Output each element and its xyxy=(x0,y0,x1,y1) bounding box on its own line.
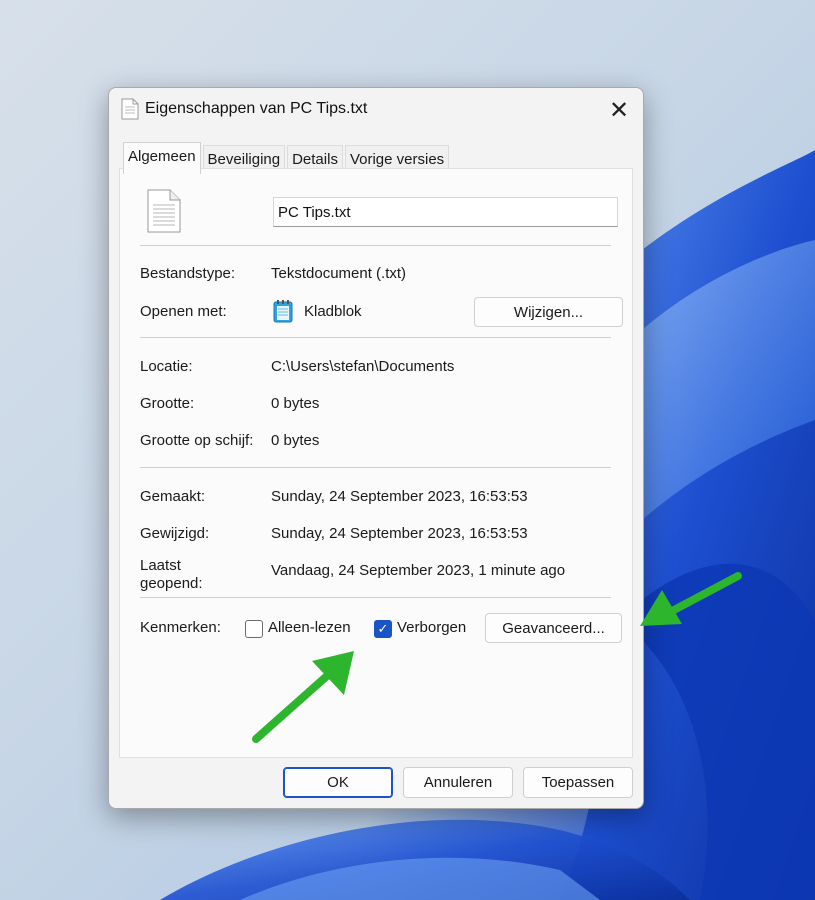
accessed-label-line1: Laatst xyxy=(140,557,181,574)
readonly-label[interactable]: Alleen-lezen xyxy=(268,619,351,636)
green-arrow-icon xyxy=(640,572,742,626)
accessed-value: Vandaag, 24 September 2023, 1 minute ago xyxy=(271,562,566,579)
separator xyxy=(140,467,611,468)
location-value: C:\Users\stefan\Documents xyxy=(271,358,455,375)
tab-general[interactable]: Algemeen xyxy=(123,142,201,174)
apply-button[interactable]: Toepassen xyxy=(523,767,633,798)
created-label: Gemaakt: xyxy=(140,488,206,505)
separator xyxy=(140,597,611,598)
created-value: Sunday, 24 September 2023, 16:53:53 xyxy=(271,488,528,505)
filename-input[interactable] xyxy=(273,197,618,227)
title-bar[interactable]: Eigenschappen van PC Tips.txt ✕ xyxy=(109,88,643,132)
dialog-title: Eigenschappen van PC Tips.txt xyxy=(145,100,368,117)
open-with-label: Openen met: xyxy=(140,303,227,320)
size-value: 0 bytes xyxy=(271,395,320,412)
tab-bar: Algemeen Beveiliging Details Vorige vers… xyxy=(123,142,451,174)
text-file-icon xyxy=(121,98,139,120)
size-on-disk-value: 0 bytes xyxy=(271,432,320,449)
change-button[interactable]: Wijzigen... xyxy=(474,297,623,327)
separator xyxy=(140,245,611,246)
cancel-button[interactable]: Annuleren xyxy=(403,767,513,798)
advanced-button[interactable]: Geavanceerd... xyxy=(485,613,622,643)
readonly-checkbox[interactable] xyxy=(245,620,263,638)
hidden-label[interactable]: Verborgen xyxy=(397,619,466,636)
modified-value: Sunday, 24 September 2023, 16:53:53 xyxy=(271,525,528,542)
accessed-label-line2: geopend: xyxy=(140,575,203,592)
open-with-value: Kladblok xyxy=(304,303,362,320)
ok-button[interactable]: OK xyxy=(283,767,393,798)
properties-dialog: Eigenschappen van PC Tips.txt ✕ Algemeen… xyxy=(108,87,644,809)
green-arrow-icon xyxy=(252,651,354,743)
close-icon[interactable]: ✕ xyxy=(601,92,637,128)
file-type-label: Bestandstype: xyxy=(140,265,236,282)
hidden-checkbox[interactable]: ✓ xyxy=(374,620,392,638)
size-on-disk-label: Grootte op schijf: xyxy=(140,432,254,449)
separator xyxy=(140,337,611,338)
size-label: Grootte: xyxy=(140,395,195,412)
checkmark-icon: ✓ xyxy=(377,621,389,636)
notepad-icon xyxy=(273,299,293,327)
general-panel: Bestandstype: Tekstdocument (.txt) Opene… xyxy=(119,168,633,758)
location-label: Locatie: xyxy=(140,358,193,375)
text-file-icon xyxy=(147,189,181,237)
file-type-value: Tekstdocument (.txt) xyxy=(271,265,407,282)
modified-label: Gewijzigd: xyxy=(140,525,210,542)
attributes-label: Kenmerken: xyxy=(140,619,221,636)
